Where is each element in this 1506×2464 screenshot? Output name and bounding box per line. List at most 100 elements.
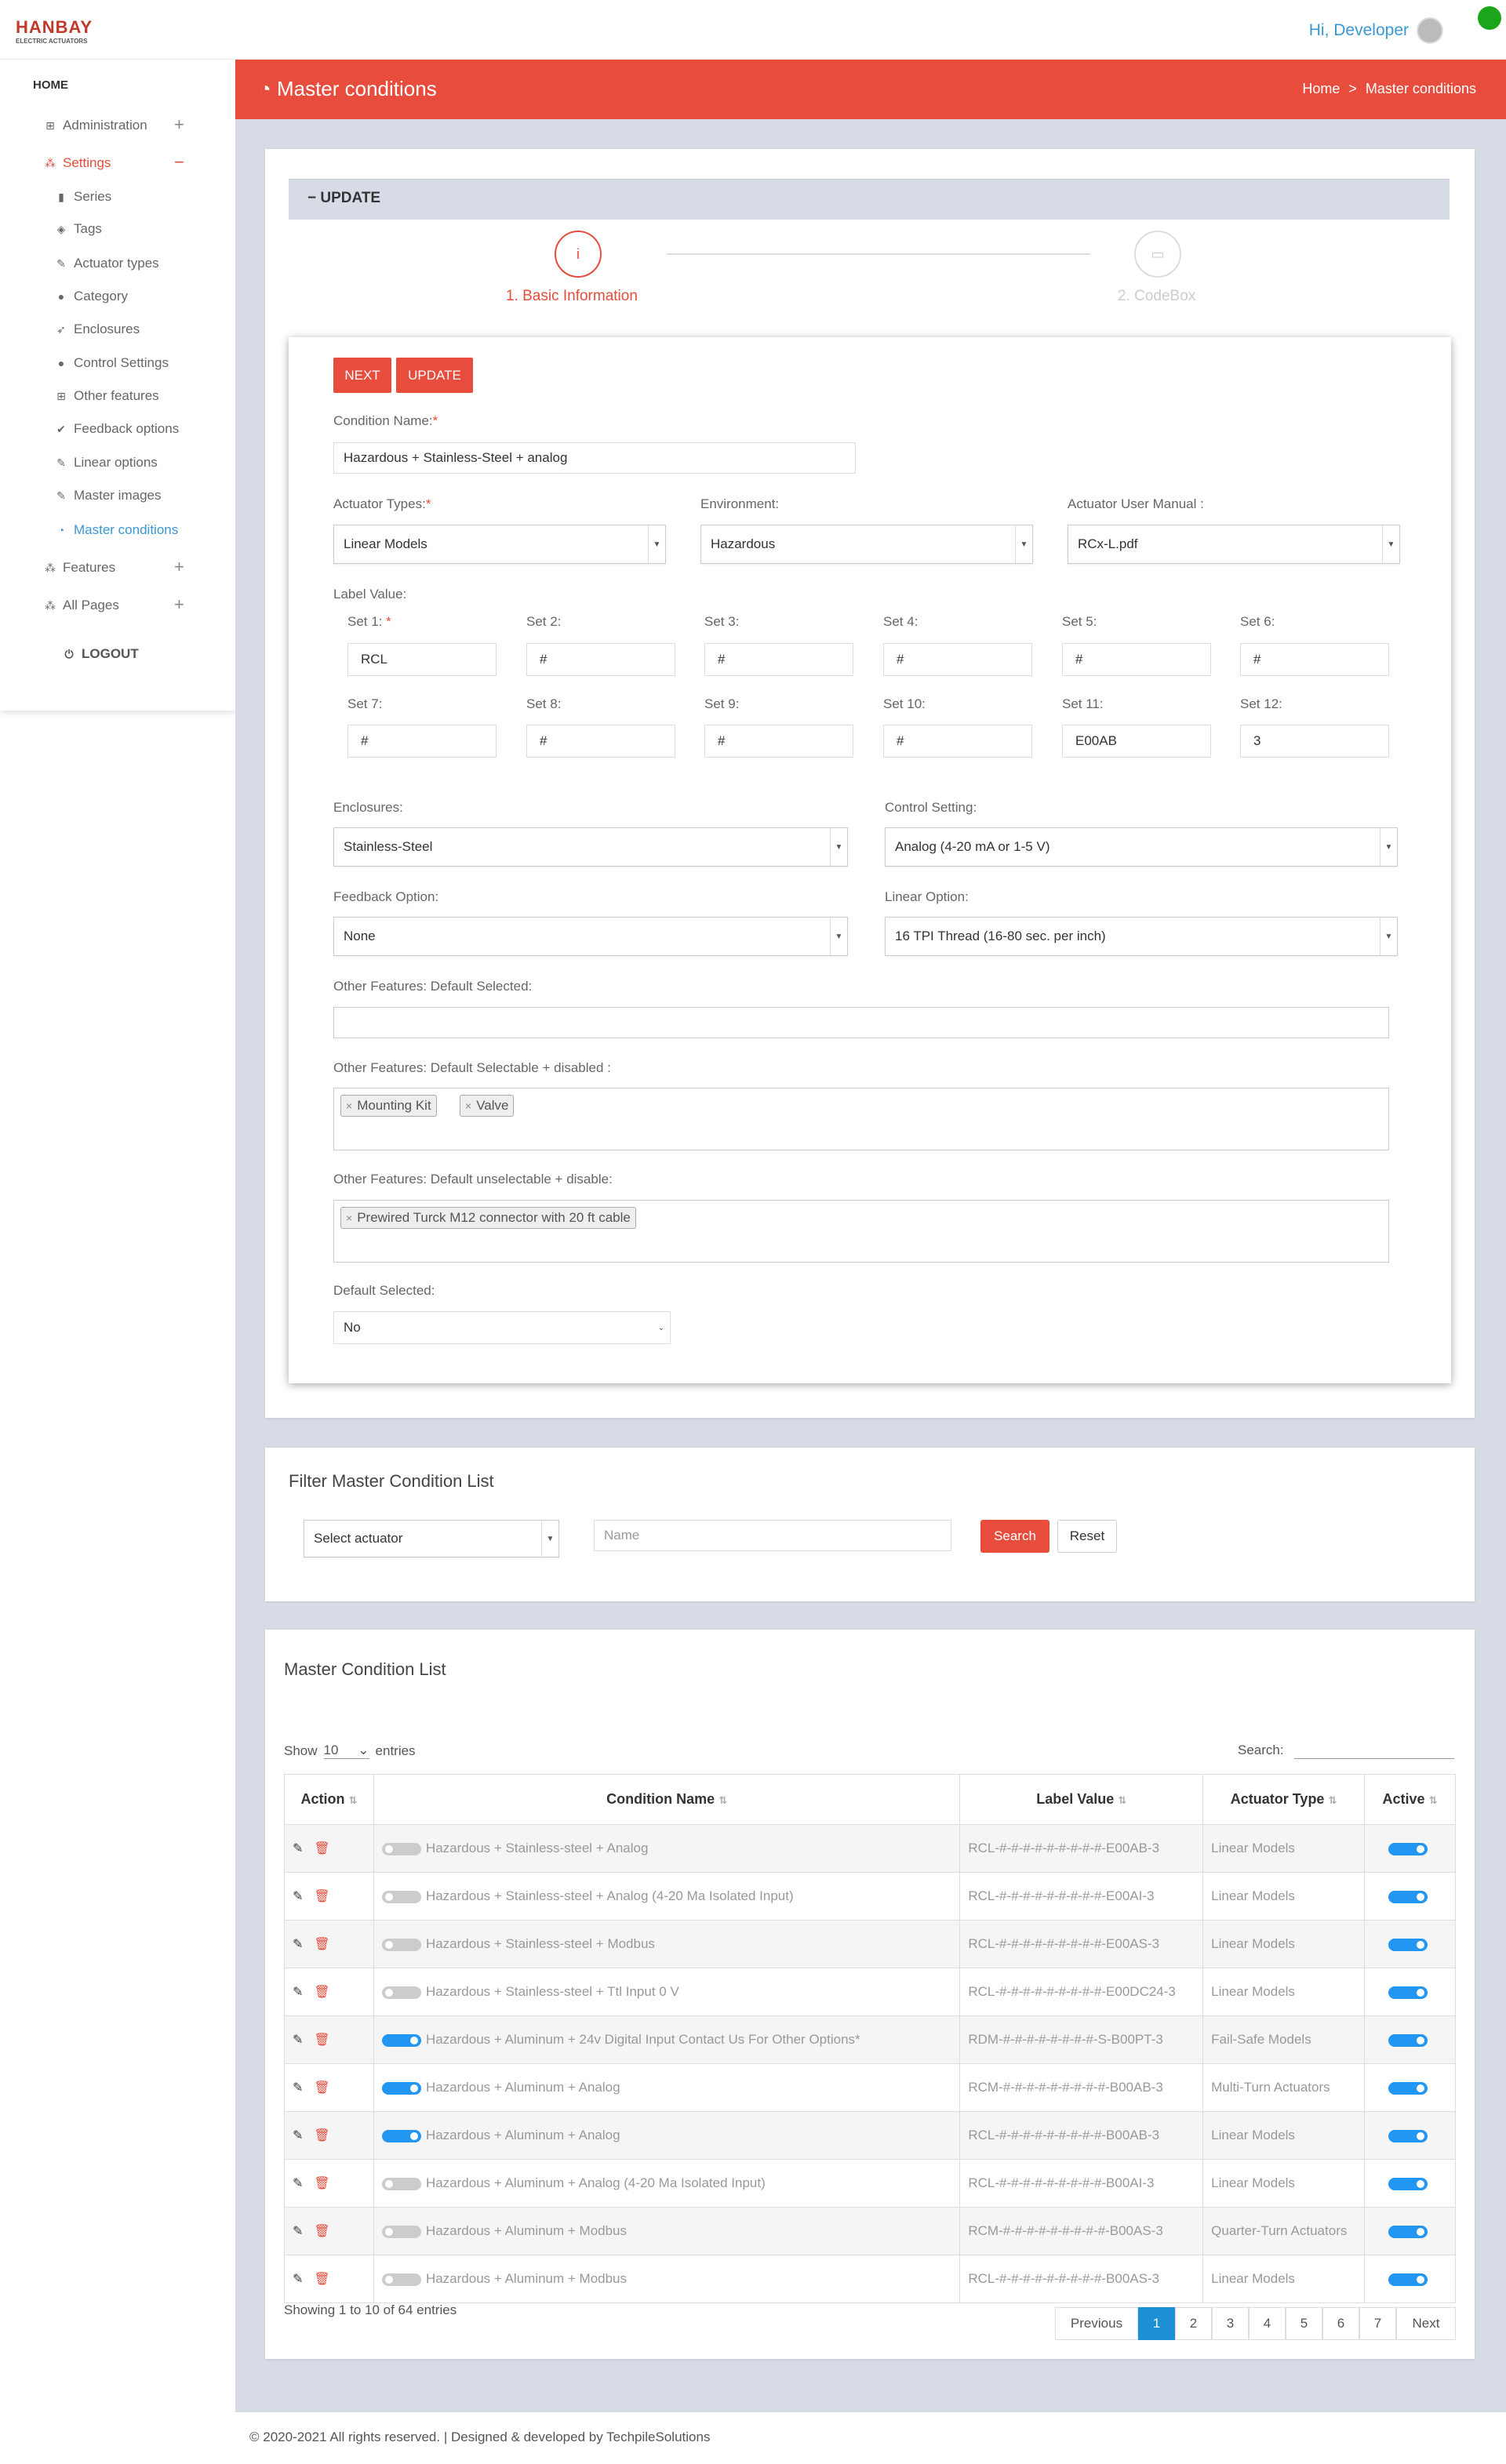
sidebar-item-other-features[interactable]: ⊞ Other features bbox=[55, 388, 159, 404]
set-3-input[interactable]: # bbox=[704, 643, 853, 676]
of-selectable-select[interactable]: × Mounting Kit × Valve bbox=[333, 1088, 1389, 1150]
update-button[interactable]: UPDATE bbox=[396, 358, 473, 393]
edit-icon[interactable]: ✎ bbox=[293, 2128, 303, 2143]
control-setting-select[interactable]: Analog (4-20 mA or 1-5 V) ▼ bbox=[885, 827, 1398, 867]
row-toggle[interactable] bbox=[381, 1890, 421, 1903]
pagination-page-6[interactable]: 6 bbox=[1322, 2307, 1359, 2340]
set-6-input[interactable]: # bbox=[1240, 643, 1389, 676]
sidebar-item-enclosures[interactable]: ➶ Enclosures bbox=[55, 322, 140, 337]
step-1-label[interactable]: 1. Basic Information bbox=[506, 288, 638, 305]
row-toggle[interactable] bbox=[381, 2273, 421, 2286]
active-toggle[interactable] bbox=[1388, 1938, 1428, 1951]
pagination-next[interactable]: Next bbox=[1396, 2307, 1456, 2340]
sidebar-item-features[interactable]: ⁂ Features bbox=[44, 560, 115, 576]
sidebar-item-feedback-options[interactable]: ✔ Feedback options bbox=[55, 421, 179, 437]
row-toggle[interactable] bbox=[381, 2177, 421, 2190]
edit-icon[interactable]: ✎ bbox=[293, 2271, 303, 2287]
user-menu[interactable]: Hi, Developer bbox=[1309, 17, 1443, 44]
tag-valve[interactable]: × Valve bbox=[460, 1095, 515, 1117]
pagination-page-2[interactable]: 2 bbox=[1175, 2307, 1212, 2340]
remove-icon[interactable]: × bbox=[465, 1099, 471, 1112]
table-search-input[interactable] bbox=[1294, 1758, 1454, 1759]
sidebar-item-actuator-types[interactable]: ✎ Actuator types bbox=[55, 256, 159, 271]
search-button[interactable]: Search bbox=[980, 1520, 1049, 1553]
of-default-select[interactable] bbox=[333, 1007, 1389, 1038]
row-toggle[interactable] bbox=[381, 2033, 421, 2047]
step-2-codebox-icon[interactable]: ▭ bbox=[1134, 231, 1181, 278]
col-action[interactable]: Action ⇅ bbox=[284, 1774, 374, 1825]
sidebar-item-settings[interactable]: ⁂ Settings bbox=[44, 155, 111, 171]
breadcrumb-home[interactable]: Home bbox=[1302, 81, 1340, 96]
row-toggle[interactable] bbox=[381, 1986, 421, 1999]
col-label-value[interactable]: Label Value ⇅ bbox=[959, 1774, 1204, 1825]
update-header[interactable] bbox=[289, 179, 1450, 220]
pagination-previous[interactable]: Previous bbox=[1055, 2307, 1138, 2340]
condition-name-input[interactable]: Hazardous + Stainless-Steel + analog bbox=[333, 442, 856, 474]
actuator-types-select[interactable]: Linear Models ▼ bbox=[333, 525, 666, 564]
set-12-input[interactable]: 3 bbox=[1240, 725, 1389, 758]
active-toggle[interactable] bbox=[1388, 2033, 1428, 2047]
sidebar-item-tags[interactable]: ◈ Tags bbox=[55, 221, 102, 237]
expand-icon[interactable]: + bbox=[174, 114, 184, 135]
active-toggle[interactable] bbox=[1388, 1986, 1428, 1999]
edit-icon[interactable]: ✎ bbox=[293, 2175, 303, 2191]
remove-icon[interactable]: × bbox=[346, 1212, 352, 1224]
step-1-info-icon[interactable]: i bbox=[555, 231, 602, 278]
sidebar-item-administration[interactable]: ⊞ Administration bbox=[44, 118, 147, 133]
actuator-filter-select[interactable]: Select actuator ▼ bbox=[304, 1520, 559, 1557]
set-1-input[interactable]: RCL bbox=[347, 643, 497, 676]
update-title[interactable]: − UPDATE bbox=[307, 190, 380, 207]
remove-icon[interactable]: × bbox=[346, 1099, 352, 1112]
trash-icon[interactable]: 🗑 bbox=[314, 2223, 329, 2239]
col-active[interactable]: Active ⇅ bbox=[1364, 1774, 1456, 1825]
sidebar-item-category[interactable]: ● Category bbox=[55, 289, 128, 304]
trash-icon[interactable]: 🗑 bbox=[314, 2128, 329, 2143]
of-unselectable-select[interactable]: × Prewired Turck M12 connector with 20 ft… bbox=[333, 1200, 1389, 1263]
trash-icon[interactable]: 🗑 bbox=[314, 2175, 329, 2191]
sidebar-item-master-images[interactable]: ✎ Master images bbox=[55, 488, 161, 503]
sidebar-item-all-pages[interactable]: ⁂ All Pages bbox=[44, 598, 119, 613]
edit-icon[interactable]: ✎ bbox=[293, 2032, 303, 2048]
pagination-page-5[interactable]: 5 bbox=[1286, 2307, 1322, 2340]
trash-icon[interactable]: 🗑 bbox=[314, 1984, 329, 2000]
trash-icon[interactable]: 🗑 bbox=[314, 2080, 329, 2095]
row-toggle[interactable] bbox=[381, 2081, 421, 2095]
col-actuator-type[interactable]: Actuator Type ⇅ bbox=[1202, 1774, 1366, 1825]
row-toggle[interactable] bbox=[381, 1842, 421, 1855]
manual-select[interactable]: RCx-L.pdf ▼ bbox=[1068, 525, 1400, 564]
edit-icon[interactable]: ✎ bbox=[293, 1888, 303, 1904]
set-4-input[interactable]: # bbox=[883, 643, 1032, 676]
set-8-input[interactable]: # bbox=[526, 725, 675, 758]
active-toggle[interactable] bbox=[1388, 2081, 1428, 2095]
enclosures-select[interactable]: Stainless-Steel ▼ bbox=[333, 827, 848, 867]
trash-icon[interactable]: 🗑 bbox=[314, 2032, 329, 2048]
reset-button[interactable]: Reset bbox=[1057, 1520, 1117, 1553]
pagination-page-3[interactable]: 3 bbox=[1212, 2307, 1249, 2340]
set-2-input[interactable]: # bbox=[526, 643, 675, 676]
row-toggle[interactable] bbox=[381, 1938, 421, 1951]
pagination-page-4[interactable]: 4 bbox=[1249, 2307, 1286, 2340]
edit-icon[interactable]: ✎ bbox=[293, 1841, 303, 1856]
brand-logo[interactable]: HANBAY ELECTRIC ACTUATORS bbox=[16, 17, 93, 45]
trash-icon[interactable]: 🗑 bbox=[314, 1841, 329, 1856]
row-toggle[interactable] bbox=[381, 2225, 421, 2238]
active-toggle[interactable] bbox=[1388, 2225, 1428, 2238]
linear-option-select[interactable]: 16 TPI Thread (16-80 sec. per inch) ▼ bbox=[885, 917, 1398, 956]
sidebar-item-series[interactable]: ▮ Series bbox=[55, 189, 111, 205]
col-condition-name[interactable]: Condition Name ⇅ bbox=[373, 1774, 961, 1825]
active-toggle[interactable] bbox=[1388, 1890, 1428, 1903]
edit-icon[interactable]: ✎ bbox=[293, 2223, 303, 2239]
set-9-input[interactable]: # bbox=[704, 725, 853, 758]
edit-icon[interactable]: ✎ bbox=[293, 2080, 303, 2095]
name-filter-input[interactable]: Name bbox=[594, 1520, 951, 1551]
set-11-input[interactable]: E00AB bbox=[1062, 725, 1211, 758]
set-5-input[interactable]: # bbox=[1062, 643, 1211, 676]
sidebar-item-linear-options[interactable]: ✎ Linear options bbox=[55, 455, 158, 471]
default-selected-select[interactable]: No ⌄ bbox=[333, 1311, 671, 1344]
pagination-page-1[interactable]: 1 bbox=[1138, 2307, 1175, 2340]
tag-prewired-turck[interactable]: × Prewired Turck M12 connector with 20 ft… bbox=[340, 1207, 636, 1229]
expand-icon[interactable]: + bbox=[174, 594, 184, 615]
feedback-option-select[interactable]: None ▼ bbox=[333, 917, 848, 956]
trash-icon[interactable]: 🗑 bbox=[314, 1888, 329, 1904]
page-length-select[interactable]: 10 ⌄ bbox=[323, 1743, 369, 1759]
